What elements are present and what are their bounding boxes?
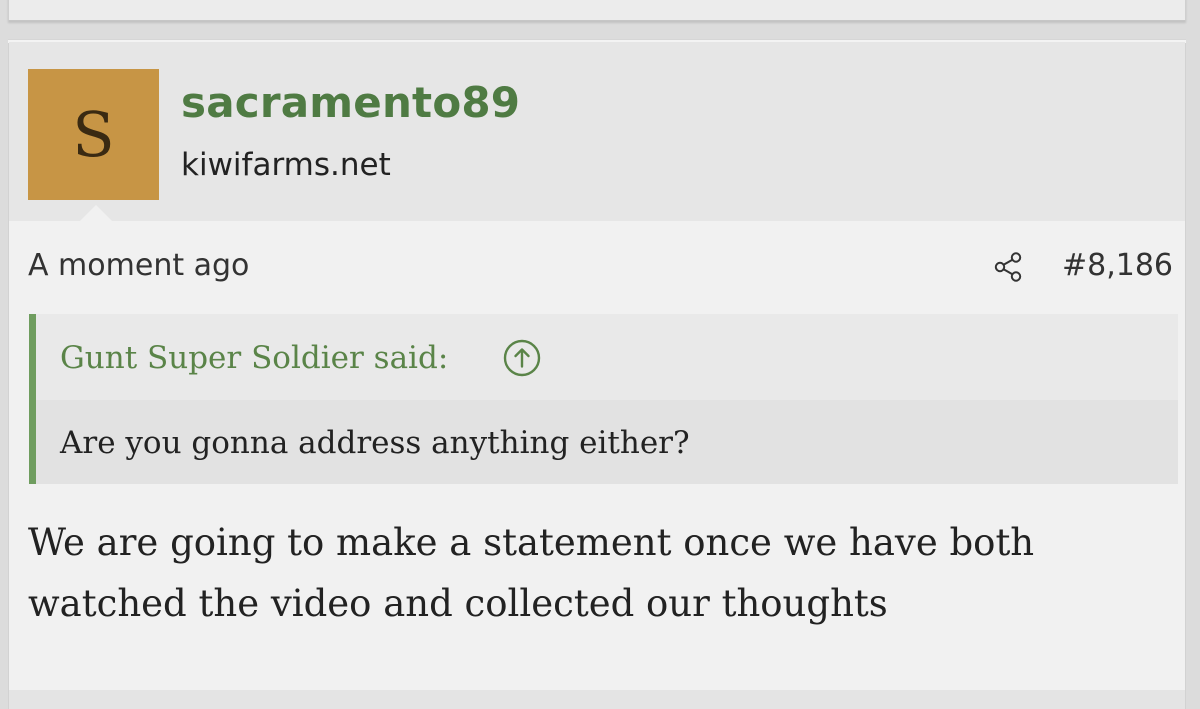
post-timestamp[interactable]: A moment ago <box>28 243 249 289</box>
share-icon[interactable] <box>991 249 1027 285</box>
avatar[interactable]: S <box>28 69 159 200</box>
post-user-header: S sacramento89 kiwifarms.net <box>9 42 1185 222</box>
quote-text: Are you gonna address anything either? <box>60 425 690 461</box>
previous-post-card <box>8 0 1186 21</box>
post-footer-bar <box>9 690 1185 709</box>
quote-block: Gunt Super Soldier said: Are you gonna a… <box>29 314 1178 484</box>
post-number-link[interactable]: #8,186 <box>1062 243 1173 289</box>
arrow-up-circle-icon[interactable] <box>502 338 542 378</box>
quote-body: Are you gonna address anything either? <box>36 400 1178 484</box>
user-title: kiwifarms.net <box>181 147 391 183</box>
forum-post: S sacramento89 kiwifarms.net A moment ag… <box>8 39 1186 709</box>
quote-author-link[interactable]: Gunt Super Soldier said: <box>60 335 448 381</box>
quote-header: Gunt Super Soldier said: <box>36 314 1178 400</box>
username-link[interactable]: sacramento89 <box>181 76 520 130</box>
post-message: We are going to make a statement once we… <box>28 521 1035 625</box>
